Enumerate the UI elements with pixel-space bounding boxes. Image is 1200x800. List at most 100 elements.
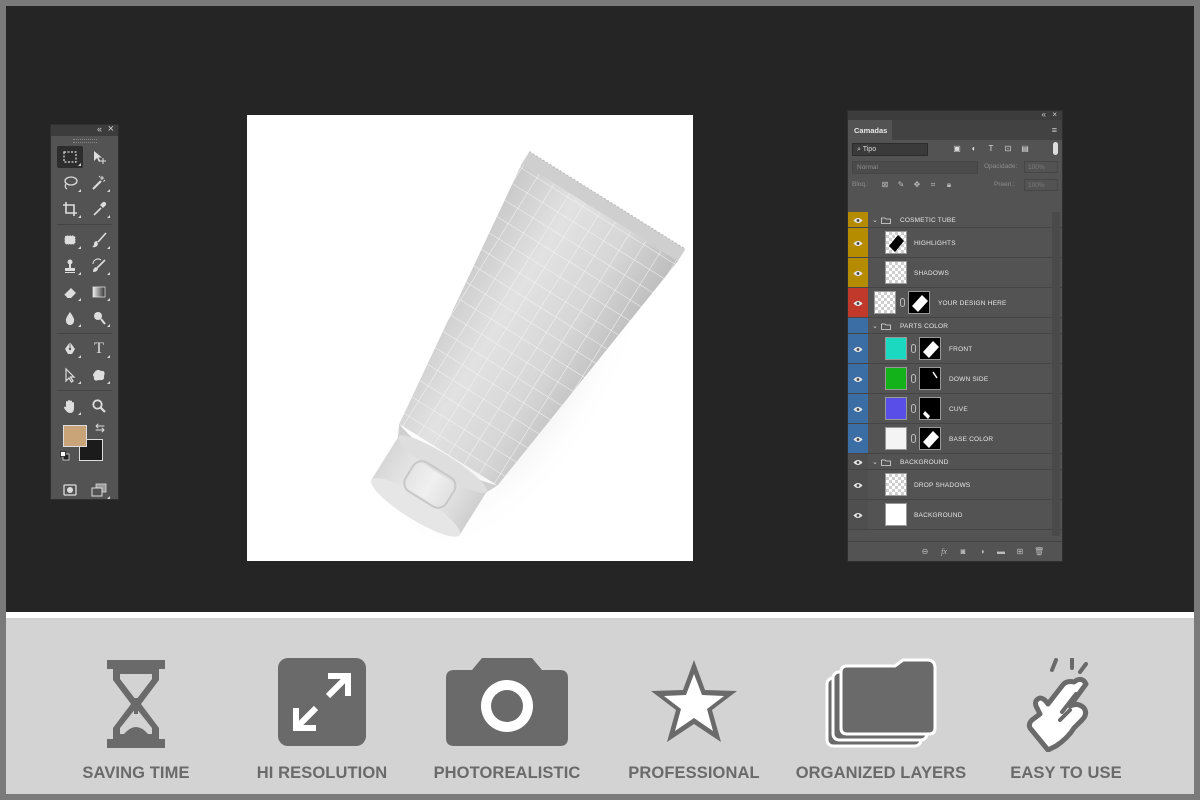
- collapse-icon[interactable]: «: [97, 124, 102, 134]
- dodge-tool-icon[interactable]: [86, 307, 112, 329]
- pen-tool-icon[interactable]: [57, 338, 83, 360]
- chevron-down-icon[interactable]: ⌄: [872, 458, 878, 466]
- layer-mask-thumbnail[interactable]: [919, 337, 941, 360]
- blur-tool-icon[interactable]: [57, 307, 83, 329]
- layer-thumbnail[interactable]: [885, 427, 907, 450]
- foreground-color-swatch[interactable]: [63, 425, 87, 447]
- layer-row[interactable]: DROP SHADOWS: [848, 470, 1062, 500]
- layer-row[interactable]: ⌄ BACKGROUND: [848, 454, 1062, 470]
- layer-thumbnail[interactable]: [885, 367, 907, 390]
- lock-pixels-icon[interactable]: ✎: [896, 180, 906, 190]
- default-colors-icon[interactable]: [60, 451, 70, 461]
- screen-mode-icon[interactable]: [86, 479, 112, 501]
- filter-adjustment-icon[interactable]: ◐: [969, 144, 979, 154]
- visibility-eye-icon[interactable]: [853, 512, 863, 519]
- panel-menu-icon[interactable]: ≡: [1052, 125, 1057, 135]
- visibility-eye-icon[interactable]: [853, 406, 863, 413]
- add-mask-icon[interactable]: ◙: [958, 547, 968, 556]
- layer-mask-thumbnail[interactable]: [908, 291, 930, 314]
- layer-row[interactable]: ⌄ COSMETIC TUBE: [848, 212, 1062, 228]
- shape-tool-icon[interactable]: [86, 364, 112, 386]
- visibility-eye-icon[interactable]: [853, 300, 863, 307]
- collapse-icon[interactable]: «: [1042, 110, 1046, 119]
- chevron-down-icon[interactable]: ⌄: [872, 216, 878, 224]
- filter-toggle[interactable]: [1053, 142, 1058, 155]
- layer-row[interactable]: HIGHLIGHTS: [848, 228, 1062, 258]
- visibility-eye-icon[interactable]: [853, 240, 863, 247]
- layer-color-tag[interactable]: [848, 318, 868, 333]
- new-group-icon[interactable]: ▬: [996, 547, 1006, 556]
- eyedropper-tool-icon[interactable]: [86, 198, 112, 220]
- move-tool-icon[interactable]: [86, 146, 112, 168]
- link-layers-icon[interactable]: ⊖: [920, 547, 930, 556]
- type-tool-icon[interactable]: T: [86, 338, 112, 360]
- delete-layer-icon[interactable]: 🗑︎: [1034, 547, 1044, 556]
- gradient-tool-icon[interactable]: [86, 281, 112, 303]
- clone-stamp-tool-icon[interactable]: [57, 255, 83, 277]
- filter-pixel-icon[interactable]: ▣: [952, 144, 962, 154]
- layer-thumbnail[interactable]: [885, 397, 907, 420]
- filter-smart-object-icon[interactable]: ▤: [1020, 144, 1030, 154]
- path-selection-tool-icon[interactable]: [57, 364, 83, 386]
- visibility-eye-icon[interactable]: [853, 459, 863, 466]
- layer-mask-thumbnail[interactable]: [919, 427, 941, 450]
- visibility-eye-icon[interactable]: [853, 376, 863, 383]
- layer-mask-thumbnail[interactable]: [919, 367, 941, 390]
- filter-type-icon[interactable]: T: [986, 144, 996, 154]
- layer-style-icon[interactable]: fx: [939, 547, 949, 556]
- zoom-tool-icon[interactable]: [86, 395, 112, 417]
- healing-brush-tool-icon[interactable]: [57, 229, 83, 251]
- layer-row[interactable]: DOWN SIDE: [848, 364, 1062, 394]
- hand-tool-icon[interactable]: [57, 395, 83, 417]
- visibility-eye-icon[interactable]: [853, 217, 863, 224]
- mask-link-icon[interactable]: [911, 434, 916, 443]
- lasso-tool-icon[interactable]: [57, 172, 83, 194]
- layer-row[interactable]: FRONT: [848, 334, 1062, 364]
- adjustment-layer-icon[interactable]: ◑: [977, 547, 987, 556]
- swap-colors-icon[interactable]: ⇆: [95, 421, 105, 435]
- layer-row[interactable]: BACKGROUND: [848, 500, 1062, 530]
- eraser-tool-icon[interactable]: [57, 281, 83, 303]
- quick-mask-icon[interactable]: [57, 479, 83, 501]
- visibility-eye-icon[interactable]: [853, 436, 863, 443]
- mask-link-icon[interactable]: [911, 374, 916, 383]
- new-layer-icon[interactable]: ⊞: [1015, 547, 1025, 556]
- layer-thumbnail[interactable]: [885, 503, 907, 526]
- layers-scrollbar[interactable]: [1052, 212, 1060, 536]
- mask-link-icon[interactable]: [900, 298, 905, 307]
- layer-thumbnail[interactable]: [885, 231, 907, 254]
- layer-row[interactable]: CUVE: [848, 394, 1062, 424]
- lock-position-icon[interactable]: ✥: [912, 180, 922, 190]
- layer-row[interactable]: SHADOWS: [848, 258, 1062, 288]
- lock-artboard-icon[interactable]: ⌗: [928, 180, 938, 190]
- layer-row[interactable]: YOUR DESIGN HERE: [848, 288, 1062, 318]
- lock-transparency-icon[interactable]: ⊠: [880, 180, 890, 190]
- layer-row[interactable]: ⌄ PARTS COLOR: [848, 318, 1062, 334]
- brush-tool-icon[interactable]: [86, 229, 112, 251]
- layer-thumbnail[interactable]: [874, 291, 896, 314]
- layer-thumbnail[interactable]: [885, 473, 907, 496]
- tab-layers[interactable]: Camadas: [848, 120, 892, 140]
- mask-link-icon[interactable]: [911, 344, 916, 353]
- fill-input[interactable]: 100%: [1024, 179, 1058, 191]
- layer-thumbnail[interactable]: [885, 261, 907, 284]
- document-canvas[interactable]: [247, 115, 693, 561]
- layer-row[interactable]: BASE COLOR: [848, 424, 1062, 454]
- opacity-input[interactable]: 100%: [1024, 161, 1058, 173]
- history-brush-tool-icon[interactable]: [86, 255, 112, 277]
- filter-shape-icon[interactable]: ⊡: [1003, 144, 1013, 154]
- blend-mode-select[interactable]: Normal: [852, 161, 978, 174]
- visibility-eye-icon[interactable]: [853, 270, 863, 277]
- layer-filter-select[interactable]: ⌕ Tipo: [852, 143, 928, 156]
- close-icon[interactable]: ×: [1052, 110, 1057, 119]
- marquee-tool-icon[interactable]: [57, 146, 83, 168]
- layer-thumbnail[interactable]: [885, 337, 907, 360]
- layers-panel-header[interactable]: « ×: [848, 110, 1062, 120]
- magic-wand-tool-icon[interactable]: [86, 172, 112, 194]
- close-icon[interactable]: ×: [108, 123, 114, 135]
- visibility-eye-icon[interactable]: [853, 482, 863, 489]
- mask-link-icon[interactable]: [911, 404, 916, 413]
- crop-tool-icon[interactable]: [57, 198, 83, 220]
- panel-grip[interactable]: [51, 136, 118, 144]
- lock-all-icon[interactable]: 🔒︎: [944, 180, 954, 190]
